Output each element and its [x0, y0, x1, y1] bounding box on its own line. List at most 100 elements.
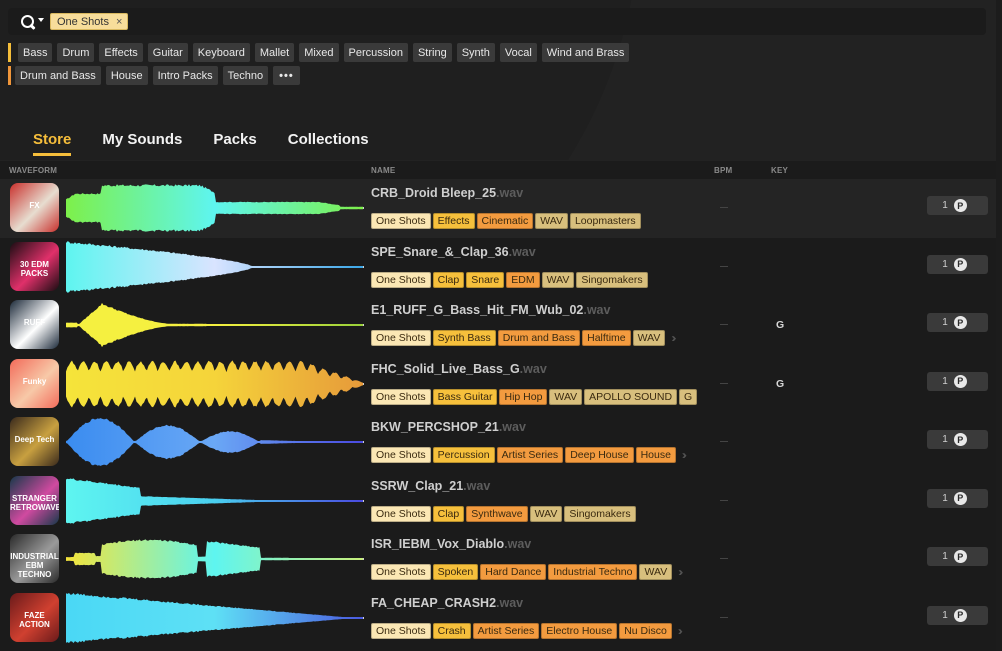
tag-singomakers[interactable]: Singomakers — [564, 505, 636, 522]
tag-snare[interactable]: Snare — [466, 271, 505, 288]
tag-one-shots[interactable]: One Shots — [371, 447, 431, 463]
tab-store[interactable]: Store — [33, 131, 72, 156]
filter-chip-drum-and-bass[interactable]: Drum and Bass — [15, 66, 101, 85]
purchase-button[interactable]: 1P — [927, 488, 988, 508]
tag-industrial-techno[interactable]: Industrial Techno — [548, 564, 638, 580]
waveform[interactable] — [66, 182, 364, 234]
tag-hard-dance[interactable]: Hard Dance — [480, 564, 547, 580]
column-header-bpm[interactable]: BPM — [714, 166, 732, 175]
tag-deep-house[interactable]: Deep House — [565, 447, 634, 463]
tag-wav[interactable]: WAV — [529, 505, 563, 522]
column-header-key[interactable]: KEY — [771, 166, 788, 175]
tag-crash[interactable]: Crash — [432, 622, 471, 639]
table-row[interactable]: STRANGER RETROWAVE SSRW_Clap_21.wav One Sh… — [0, 472, 996, 531]
tag-one-shots[interactable]: One Shots — [371, 388, 431, 405]
filter-chip-intro-packs[interactable]: Intro Packs — [152, 66, 218, 85]
pack-artwork[interactable]: RUFF — [10, 300, 59, 349]
tag-singomakers[interactable]: Singomakers — [576, 271, 648, 288]
filter-chip-techno[interactable]: Techno — [222, 66, 269, 85]
filter-chip-percussion[interactable]: Percussion — [343, 43, 408, 62]
pack-artwork[interactable]: 30 EDM PACKS — [10, 241, 59, 291]
tag-edm[interactable]: EDM — [506, 271, 540, 288]
tag-one-shots[interactable]: One Shots — [371, 213, 431, 229]
filter-chip-mixed[interactable]: Mixed — [299, 43, 339, 62]
tag-synthwave[interactable]: Synthwave — [466, 505, 528, 522]
waveform[interactable] — [66, 416, 364, 468]
tag-wav[interactable]: WAV — [541, 271, 575, 288]
waveform[interactable] — [66, 299, 364, 351]
pack-artwork[interactable]: Deep Tech — [10, 417, 59, 466]
table-row[interactable]: FX CRB_Droid Bleep_25.wav One Shots Effects… — [0, 179, 996, 238]
tag-one-shots[interactable]: One Shots — [371, 330, 431, 346]
tag-effects[interactable]: Effects — [432, 213, 475, 229]
filter-chip-synth[interactable]: Synth — [456, 43, 495, 62]
table-row[interactable]: INDUSTRIAL EBM TECHNO ISR_IEBM_Vox_Diablo… — [0, 530, 996, 589]
tag-halftime[interactable]: Halftime — [582, 330, 631, 346]
tag-one-shots[interactable]: One Shots — [371, 622, 431, 639]
search-mode-dropdown[interactable] — [20, 14, 44, 30]
filter-chip-bass[interactable]: Bass — [18, 43, 53, 62]
search-bar[interactable]: One Shots × — [8, 8, 986, 35]
tab-collections[interactable]: Collections — [288, 131, 369, 153]
tag-one-shots[interactable]: One Shots — [371, 564, 431, 580]
purchase-button[interactable]: 1P — [927, 371, 988, 391]
sound-name[interactable]: SPE_Snare_&_Clap_36.wav — [371, 245, 536, 259]
purchase-button[interactable]: 1P — [927, 547, 988, 566]
sound-name[interactable]: FHC_Solid_Live_Bass_G.wav — [371, 362, 547, 376]
purchase-button[interactable]: 1P — [927, 605, 988, 625]
tag-wav[interactable]: WAV — [639, 564, 673, 580]
tag-hip-hop[interactable]: Hip Hop — [499, 388, 548, 405]
waveform[interactable] — [66, 475, 364, 527]
sound-name[interactable]: FA_CHEAP_CRASH2.wav — [371, 596, 523, 610]
sound-name[interactable]: E1_RUFF_G_Bass_Hit_FM_Wub_02.wav — [371, 303, 610, 317]
filter-chip-drum[interactable]: Drum — [57, 43, 95, 62]
table-row[interactable]: FAZE ACTION FA_CHEAP_CRASH2.wav One Shots C… — [0, 589, 996, 648]
sound-name[interactable]: CRB_Droid Bleep_25.wav — [371, 186, 523, 200]
tag-loopmasters[interactable]: Loopmasters — [569, 213, 641, 229]
sound-name[interactable]: SSRW_Clap_21.wav — [371, 479, 490, 493]
filter-chip-guitar[interactable]: Guitar — [147, 43, 188, 62]
purchase-button[interactable]: 1P — [927, 196, 988, 215]
pack-artwork[interactable]: INDUSTRIAL EBM TECHNO — [10, 534, 59, 583]
tag-cinematic[interactable]: Cinematic — [476, 213, 534, 229]
filter-chip-keyboard[interactable]: Keyboard — [192, 43, 250, 62]
more-filters-button[interactable]: ••• — [273, 66, 300, 85]
column-header-name[interactable]: NAME — [371, 166, 395, 175]
tag-wav[interactable]: WAV — [535, 213, 568, 229]
tag-electro-house[interactable]: Electro House — [541, 622, 618, 639]
table-row[interactable]: 30 EDM PACKS SPE_Snare_&_Clap_36.wav One S… — [0, 238, 996, 297]
tag-wav[interactable]: WAV — [632, 330, 666, 346]
purchase-button[interactable]: 1P — [927, 313, 988, 332]
tag-g[interactable]: G — [679, 388, 698, 405]
tag-one-shots[interactable]: One Shots — [371, 505, 431, 522]
filter-chip-string[interactable]: String — [412, 43, 452, 62]
table-row[interactable]: RUFF E1_RUFF_G_Bass_Hit_FM_Wub_02.wav One … — [0, 296, 996, 355]
tag-drum-and-bass[interactable]: Drum and Bass — [497, 330, 581, 346]
tab-packs[interactable]: Packs — [213, 131, 256, 153]
tag-artist-series[interactable]: Artist Series — [472, 622, 540, 639]
more-tags-chevron-icon[interactable]: ›› — [671, 331, 676, 345]
filter-chip-house[interactable]: House — [105, 66, 148, 85]
pack-artwork[interactable]: STRANGER RETROWAVE — [10, 475, 59, 525]
tag-bass-guitar[interactable]: Bass Guitar — [432, 388, 498, 405]
tag-apollo-sound[interactable]: APOLLO SOUND — [584, 388, 678, 405]
tag-clap[interactable]: Clap — [432, 505, 465, 522]
tag-house[interactable]: House — [635, 447, 676, 463]
pack-artwork[interactable]: FX — [10, 183, 59, 232]
sound-name[interactable]: BKW_PERCSHOP_21.wav — [371, 420, 526, 434]
purchase-button[interactable]: 1P — [927, 430, 988, 449]
tag-artist-series[interactable]: Artist Series — [496, 447, 564, 463]
scrollbar[interactable] — [996, 0, 1002, 651]
tag-wav[interactable]: WAV — [549, 388, 583, 405]
table-row[interactable]: Deep Tech BKW_PERCSHOP_21.wav One Shots Per… — [0, 413, 996, 472]
pack-artwork[interactable]: Funky — [10, 358, 59, 408]
filter-chip-effects[interactable]: Effects — [99, 43, 143, 62]
sound-name[interactable]: ISR_IEBM_Vox_Diablo.wav — [371, 537, 531, 551]
waveform[interactable] — [66, 240, 364, 293]
tag-clap[interactable]: Clap — [432, 271, 465, 288]
more-tags-chevron-icon[interactable]: ›› — [678, 624, 683, 638]
waveform[interactable] — [66, 533, 364, 585]
tab-my-sounds[interactable]: My Sounds — [102, 131, 182, 153]
filter-chip-wind-and-brass[interactable]: Wind and Brass — [541, 43, 630, 62]
purchase-button[interactable]: 1P — [927, 254, 988, 274]
